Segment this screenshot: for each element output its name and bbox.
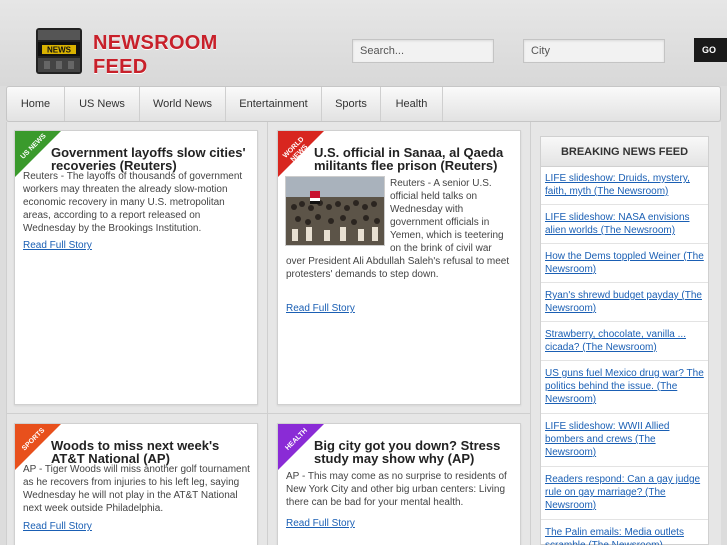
article-card-health: HEALTH Big city got you down? Stress stu… (277, 423, 521, 545)
breaking-news-item[interactable]: How the Dems toppled Weiner (The Newsroo… (545, 250, 707, 276)
breaking-news-item[interactable]: US guns fuel Mexico drug war? The politi… (545, 367, 707, 406)
sidebar-separator (541, 519, 708, 520)
breaking-news-item[interactable]: LIFE slideshow: NASA envisions alien wor… (545, 211, 707, 237)
read-full-story-link[interactable]: Read Full Story (286, 518, 355, 529)
site-logo-text[interactable]: NEWSROOM FEED (93, 31, 218, 79)
sidebar-separator (541, 204, 708, 205)
breaking-news-item[interactable]: LIFE slideshow: WWII Allied bombers and … (545, 420, 707, 459)
site-header: NEWS NEWSROOM FEED Search... City GO (0, 0, 727, 86)
article-card-world-news: WORLD NEWS U.S. official in Sanaa, al Qa… (277, 130, 521, 405)
nav-item-sports[interactable]: Sports (322, 87, 381, 121)
read-full-story-link[interactable]: Read Full Story (286, 303, 355, 314)
logo-line-2: FEED (93, 56, 148, 78)
go-button[interactable]: GO (694, 38, 727, 62)
article-title[interactable]: U.S. official in Sanaa, al Qaeda militan… (314, 146, 514, 172)
article-summary-side: Reuters - A senior U.S. official held ta… (390, 178, 504, 254)
row-divider (6, 413, 530, 414)
nav-item-home[interactable]: Home (7, 87, 65, 121)
sidebar-separator (541, 282, 708, 283)
logo-icon-text: NEWS (47, 46, 72, 55)
sidebar-separator (541, 243, 708, 244)
article-card-us-news: US NEWS Government layoffs slow cities' … (14, 130, 258, 405)
sidebar-separator (541, 413, 708, 414)
breaking-news-item[interactable]: The Palin emails: Media outlets scramble… (545, 526, 707, 545)
breaking-news-item[interactable]: Ryan's shrewd budget payday (The Newsroo… (545, 289, 707, 315)
nav-item-world-news[interactable]: World News (140, 87, 226, 121)
article-photo[interactable] (285, 176, 385, 246)
breaking-news-sidebar: BREAKING NEWS FEED LIFE slideshow: Druid… (540, 136, 709, 545)
nav-item-entertainment[interactable]: Entertainment (226, 87, 322, 121)
search-input[interactable]: Search... (352, 39, 494, 63)
column-divider (267, 122, 268, 545)
main-nav: Home US News World News Entertainment Sp… (6, 86, 721, 122)
article-summary: Reuters - The layoffs of thousands of go… (23, 171, 243, 234)
article-summary: AP - This may come as no surprise to res… (286, 471, 507, 508)
newsroom-logo-icon[interactable]: NEWS (34, 24, 84, 78)
article-summary: AP - Tiger Woods will miss another golf … (23, 464, 250, 514)
article-summary-continued: over President Ali Abdullah Saleh's refu… (286, 256, 510, 280)
logo-line-1: NEWSROOM (93, 32, 218, 54)
article-card-sports: SPORTS Woods to miss next week's AT&T Na… (14, 423, 258, 545)
article-title[interactable]: Woods to miss next week's AT&T National … (51, 439, 251, 465)
article-title[interactable]: Big city got you down? Stress study may … (314, 439, 514, 465)
city-input[interactable]: City (523, 39, 665, 63)
sidebar-separator (541, 360, 708, 361)
read-full-story-link[interactable]: Read Full Story (23, 521, 92, 532)
nav-item-health[interactable]: Health (381, 87, 443, 121)
article-title[interactable]: Government layoffs slow cities' recoveri… (51, 146, 251, 172)
sidebar-heading: BREAKING NEWS FEED (541, 137, 708, 167)
breaking-news-item[interactable]: LIFE slideshow: Druids, mystery, faith, … (545, 172, 707, 198)
sidebar-divider (530, 122, 531, 545)
read-full-story-link[interactable]: Read Full Story (23, 240, 92, 251)
sidebar-separator (541, 321, 708, 322)
breaking-news-item[interactable]: Readers respond: Can a gay judge rule on… (545, 473, 707, 512)
sidebar-separator (541, 466, 708, 467)
breaking-news-item[interactable]: Strawberry, chocolate, vanilla ... cicad… (545, 328, 707, 354)
nav-item-us-news[interactable]: US News (65, 87, 140, 121)
